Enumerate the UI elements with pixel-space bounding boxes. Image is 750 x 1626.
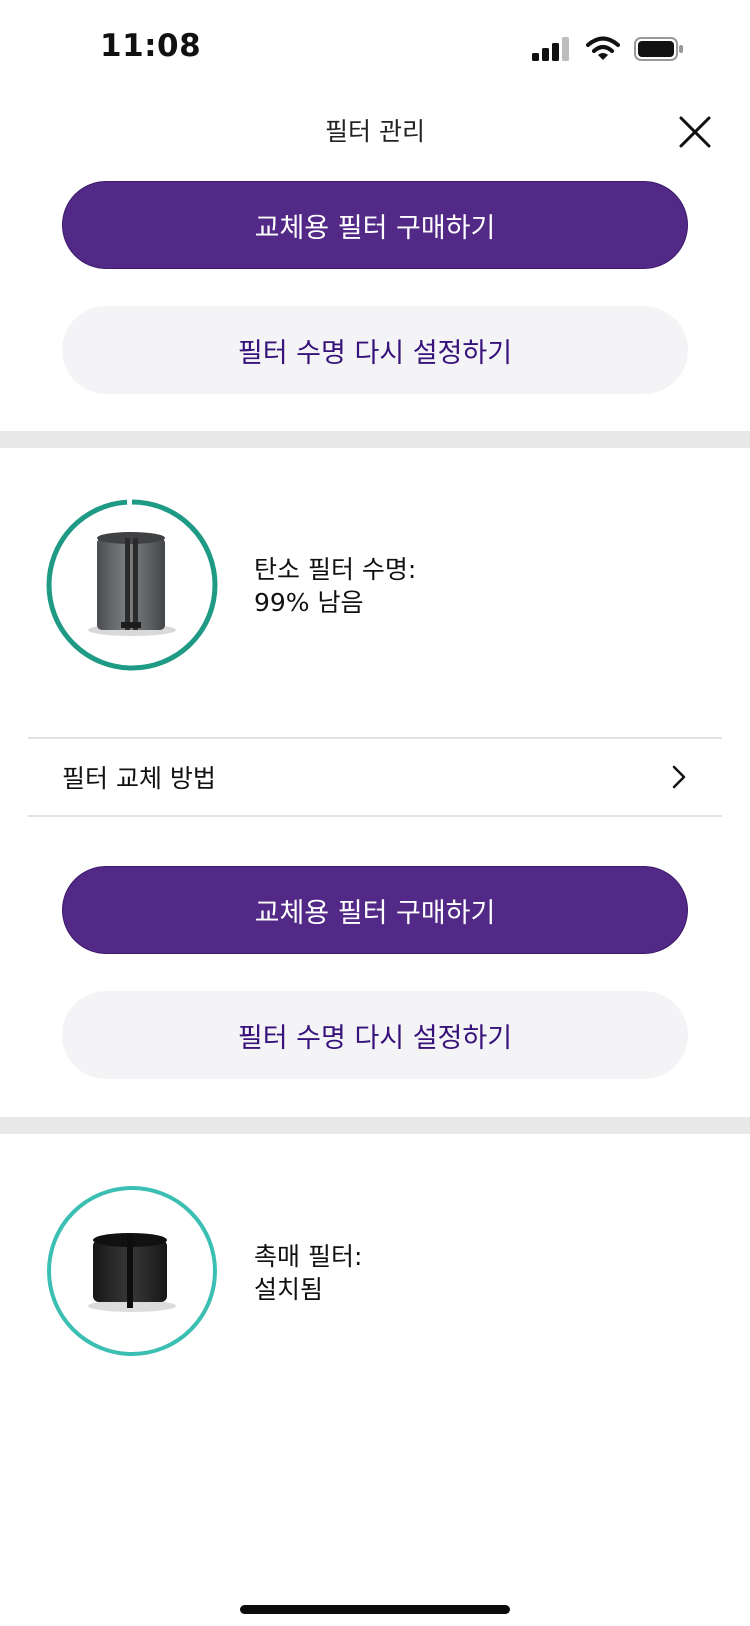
carbon-filter-title: 탄소 필터 수명: <box>254 555 417 584</box>
catalyst-filter-status-ring <box>45 1184 219 1358</box>
signal-icon <box>532 37 569 61</box>
list-divider <box>28 815 722 817</box>
chevron-right-icon <box>672 765 686 789</box>
close-icon <box>679 116 711 148</box>
buy-replacement-filter-button[interactable]: 교체용 필터 구매하기 <box>62 181 688 269</box>
section-divider <box>0 431 750 448</box>
home-indicator[interactable] <box>240 1605 510 1614</box>
page-title: 필터 관리 <box>325 117 425 146</box>
catalyst-filter-info: 촉매 필터: 설치됨 <box>254 1240 362 1306</box>
filter-replacement-guide-label: 필터 교체 방법 <box>62 764 216 793</box>
section-divider <box>0 1117 750 1134</box>
wifi-icon <box>586 36 620 60</box>
carbon-filter-status-ring <box>45 498 219 672</box>
reset-filter-life-button[interactable]: 필터 수명 다시 설정하기 <box>62 306 688 394</box>
list-divider <box>28 737 722 739</box>
battery-icon <box>634 37 683 61</box>
catalyst-filter-status: 설치됨 <box>254 1275 324 1304</box>
catalyst-filter-image <box>88 1233 176 1312</box>
close-button[interactable] <box>675 112 715 152</box>
carbon-filter-image <box>88 532 176 636</box>
catalyst-filter-title: 촉매 필터: <box>254 1242 363 1271</box>
carbon-filter-status: 99% 남음 <box>254 588 364 617</box>
carbon-buy-replacement-filter-button[interactable]: 교체용 필터 구매하기 <box>62 866 688 954</box>
carbon-reset-filter-life-button[interactable]: 필터 수명 다시 설정하기 <box>62 991 688 1079</box>
carbon-filter-info: 탄소 필터 수명: 99% 남음 <box>254 553 416 619</box>
status-time: 11:08 <box>100 28 202 64</box>
status-icons <box>532 36 684 62</box>
filter-replacement-guide-link[interactable]: 필터 교체 방법 <box>62 752 688 802</box>
